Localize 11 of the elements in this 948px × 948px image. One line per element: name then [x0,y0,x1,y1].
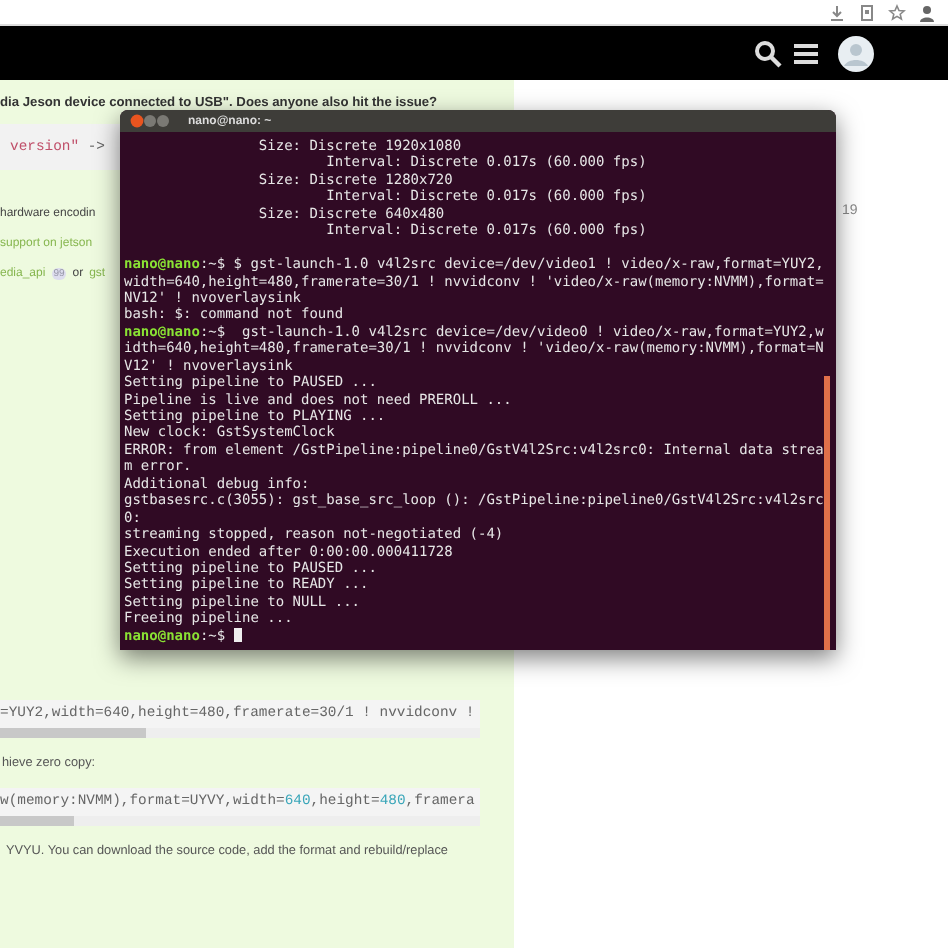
extension-icon[interactable] [858,3,876,21]
profile-icon[interactable] [918,3,936,21]
window-buttons-icon[interactable] [130,114,170,128]
menu-icon[interactable] [794,41,818,65]
download-icon[interactable] [828,3,846,21]
terminal-scrollbar[interactable] [824,376,830,650]
horizontal-scrollbar[interactable] [0,816,480,826]
avatar-icon[interactable] [838,35,874,71]
search-icon[interactable] [754,39,782,67]
horizontal-scrollbar[interactable] [0,728,480,738]
star-icon[interactable] [888,3,906,21]
